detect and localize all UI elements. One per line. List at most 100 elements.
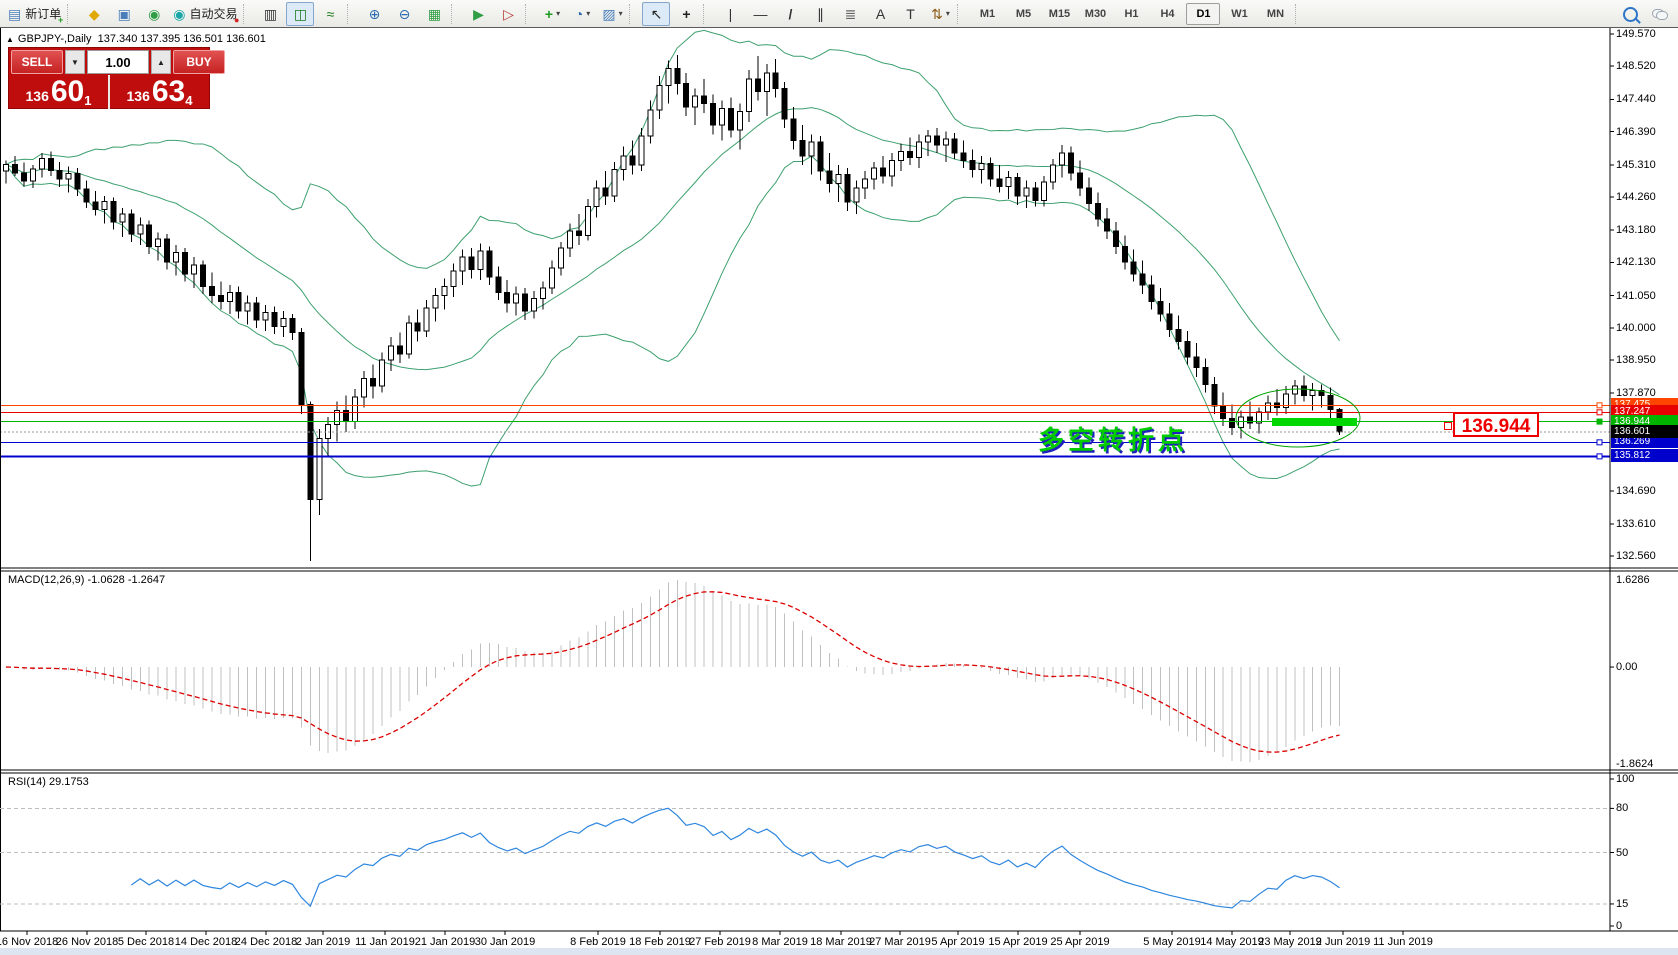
volume-decrease-button[interactable]: ▼ bbox=[65, 50, 85, 74]
timeframe-m1[interactable]: M1 bbox=[970, 3, 1004, 25]
timeframe-mn[interactable]: MN bbox=[1258, 3, 1292, 25]
collapse-panel-icon[interactable]: ▲ bbox=[6, 35, 14, 44]
buy-button[interactable]: BUY bbox=[173, 50, 225, 74]
sell-price[interactable]: 136601 bbox=[9, 75, 108, 109]
autotrading-button[interactable]: ◉●自动交易 bbox=[170, 2, 240, 26]
arrows-button[interactable]: ⇅▾ bbox=[926, 2, 954, 26]
price-tag-annotation[interactable]: 136.944 bbox=[1453, 412, 1539, 437]
text-label-button[interactable]: T bbox=[896, 2, 924, 26]
price-axis-label: 132.560 bbox=[1616, 550, 1678, 562]
toolbar-separator bbox=[703, 4, 711, 24]
zoom-out-button[interactable]: ⊖ bbox=[390, 2, 418, 26]
sell-button[interactable]: SELL bbox=[11, 50, 63, 74]
timeframe-m15[interactable]: M15 bbox=[1042, 3, 1076, 25]
price-axis-label: 149.570 bbox=[1616, 28, 1678, 40]
line-handle[interactable] bbox=[1597, 410, 1602, 415]
volume-input[interactable] bbox=[87, 50, 149, 74]
date-axis-label: 25 Apr 2019 bbox=[1050, 936, 1109, 948]
price-axis-label: 133.610 bbox=[1616, 518, 1678, 530]
price-tag-handle[interactable] bbox=[1444, 422, 1452, 430]
ohlc-values: 137.340 137.395 136.501 136.601 bbox=[98, 33, 266, 45]
chat-icon[interactable] bbox=[1652, 9, 1668, 20]
search-icon[interactable] bbox=[1623, 7, 1638, 22]
new-order-button[interactable]: ▤+新订单 bbox=[5, 2, 64, 26]
turning-point-annotation[interactable]: 多空转折点 bbox=[1038, 420, 1188, 457]
signals-icon[interactable]: ◉ bbox=[140, 2, 168, 26]
macd-axis-label: 1.6286 bbox=[1616, 574, 1678, 586]
new-chart-icon[interactable]: ◆ bbox=[80, 2, 108, 26]
timeframe-h1[interactable]: H1 bbox=[1114, 3, 1148, 25]
date-axis-label: 21 Jan 2019 bbox=[415, 936, 476, 948]
buy-price[interactable]: 136634 bbox=[110, 75, 209, 109]
rsi-axis-label: 100 bbox=[1616, 773, 1678, 785]
price-axis-label: 140.000 bbox=[1616, 322, 1678, 334]
date-axis-label: 24 Dec 2018 bbox=[235, 936, 297, 948]
support-bar-annotation[interactable] bbox=[1272, 418, 1357, 426]
periods-button[interactable]: ◔▾ bbox=[568, 2, 596, 26]
price-axis-label: 138.950 bbox=[1616, 354, 1678, 366]
trendline-button[interactable]: / bbox=[776, 2, 804, 26]
symbol-period-label: GBPJPY-,Daily bbox=[18, 33, 92, 45]
price-axis-label: 137.870 bbox=[1616, 387, 1678, 399]
tile-windows-button[interactable]: ▦ bbox=[420, 2, 448, 26]
line-handle[interactable] bbox=[1597, 403, 1602, 408]
crosshair-button[interactable]: + bbox=[672, 2, 700, 26]
price-axis-label: 144.260 bbox=[1616, 191, 1678, 203]
line-handle[interactable] bbox=[1597, 440, 1602, 445]
chart-window: ▲ GBPJPY-,Daily 137.340 137.395 136.501 1… bbox=[0, 28, 1678, 948]
rsi-axis-label: 50 bbox=[1616, 847, 1678, 859]
date-axis-label: 8 Mar 2019 bbox=[752, 936, 808, 948]
date-axis-label: 15 Apr 2019 bbox=[988, 936, 1047, 948]
date-axis-label: 18 Mar 2019 bbox=[810, 936, 872, 948]
chart-ohlc-header: ▲ GBPJPY-,Daily 137.340 137.395 136.501 1… bbox=[6, 33, 266, 45]
date-axis-label: 23 May 2019 bbox=[1258, 936, 1322, 948]
timeframe-h4[interactable]: H4 bbox=[1150, 3, 1184, 25]
indicators-button[interactable]: +▾ bbox=[538, 2, 566, 26]
date-axis-label: 27 Feb 2019 bbox=[689, 936, 751, 948]
timeframe-m30[interactable]: M30 bbox=[1078, 3, 1112, 25]
text-button[interactable]: A bbox=[866, 2, 894, 26]
auto-scroll-button[interactable]: ▶ bbox=[464, 2, 492, 26]
zoom-in-button[interactable]: ⊕ bbox=[360, 2, 388, 26]
volume-increase-button[interactable]: ▲ bbox=[151, 50, 171, 74]
date-axis-label: 11 Jun 2019 bbox=[1373, 936, 1433, 948]
rsi-indicator-label: RSI(14) 29.1753 bbox=[8, 776, 89, 788]
macd-axis-label: 0.00 bbox=[1616, 661, 1678, 673]
price-axis-label: 142.130 bbox=[1616, 256, 1678, 268]
horizontal-line-button[interactable]: — bbox=[746, 2, 774, 26]
toolbar: ▤+新订单 ◆▣◉◉●自动交易 ▥◫≈ ⊕⊖▦ ▶▷ +▾◔▾▨▾ ↖+ |—/∥≣AT⇅▾ M… bbox=[0, 0, 1678, 28]
fibonacci-button[interactable]: ≣ bbox=[836, 2, 864, 26]
price-chart[interactable] bbox=[0, 28, 1678, 948]
date-axis-label: 26 Nov 2018 bbox=[56, 936, 118, 948]
timeframe-w1[interactable]: W1 bbox=[1222, 3, 1256, 25]
macd-pane bbox=[6, 580, 1340, 762]
candlestick-chart-button[interactable]: ◫ bbox=[286, 2, 314, 26]
rsi-axis-label: 0 bbox=[1616, 920, 1678, 932]
toolbar-separator bbox=[525, 4, 533, 24]
price-axis-label: 141.050 bbox=[1616, 290, 1678, 302]
rsi-pane bbox=[131, 808, 1339, 908]
equidistant-channel-button[interactable]: ∥ bbox=[806, 2, 834, 26]
date-axis-label: 11 Jan 2019 bbox=[355, 936, 415, 948]
date-axis-label: 14 Dec 2018 bbox=[175, 936, 237, 948]
line-chart-button[interactable]: ≈ bbox=[316, 2, 344, 26]
vertical-line-button[interactable]: | bbox=[716, 2, 744, 26]
toolbar-separator bbox=[347, 4, 355, 24]
price-axis-label: 143.180 bbox=[1616, 224, 1678, 236]
cursor-button[interactable]: ↖ bbox=[642, 2, 670, 26]
profiles-icon[interactable]: ▣ bbox=[110, 2, 138, 26]
current-price-tag: 136.601 bbox=[1611, 425, 1678, 438]
chart-shift-button[interactable]: ▷ bbox=[494, 2, 522, 26]
timeframe-d1[interactable]: D1 bbox=[1186, 3, 1220, 25]
timeframe-m5[interactable]: M5 bbox=[1006, 3, 1040, 25]
date-axis-label: 27 Mar 2019 bbox=[869, 936, 931, 948]
line-handle[interactable] bbox=[1597, 454, 1602, 459]
templates-button[interactable]: ▨▾ bbox=[598, 2, 626, 26]
date-axis-label: 16 Nov 2018 bbox=[0, 936, 58, 948]
bar-chart-button[interactable]: ▥ bbox=[256, 2, 284, 26]
line-handle[interactable] bbox=[1597, 419, 1602, 424]
date-axis-label: 30 Jan 2019 bbox=[475, 936, 536, 948]
date-axis-label: 8 Feb 2019 bbox=[570, 936, 626, 948]
macd-indicator-label: MACD(12,26,9) -1.0628 -1.2647 bbox=[8, 574, 165, 586]
date-axis-label: 2 Jun 2019 bbox=[1316, 936, 1370, 948]
